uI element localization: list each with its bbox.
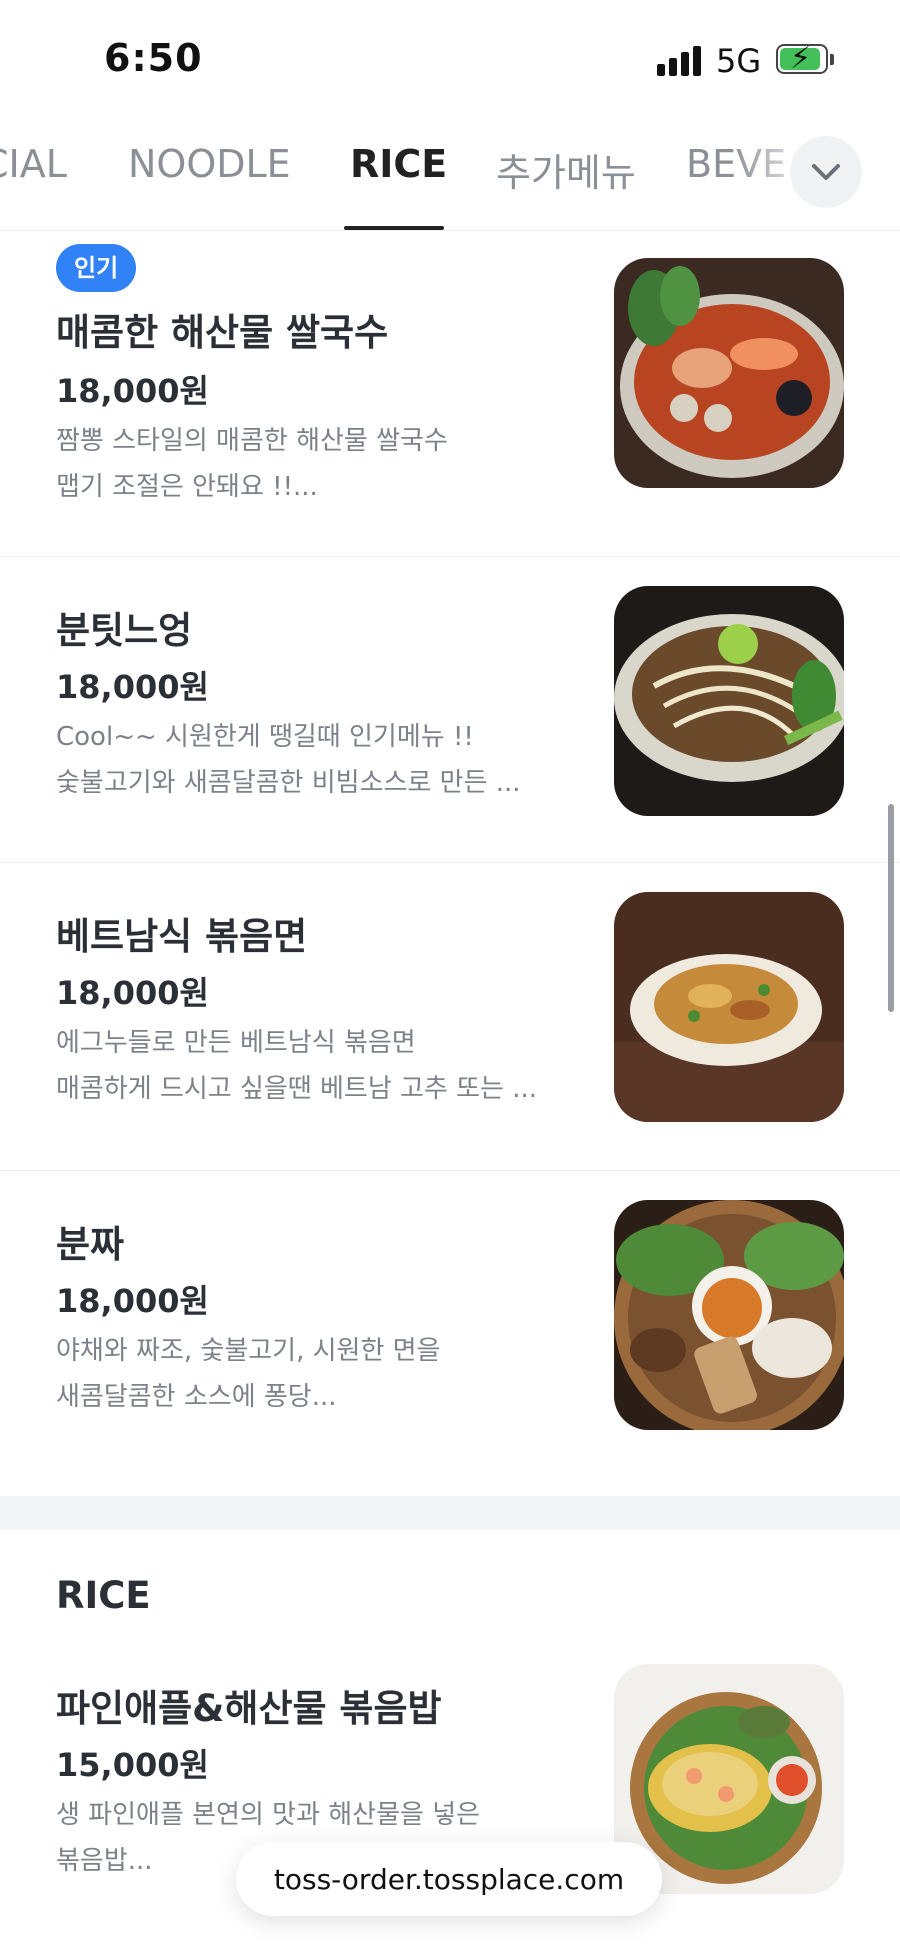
battery-icon: ⚡ bbox=[776, 42, 836, 76]
menu-item-price: 18,000원 bbox=[56, 668, 209, 706]
menu-item-name: 분팃느엉 bbox=[56, 609, 193, 652]
cellular-signal-icon bbox=[657, 46, 705, 76]
menu-item-photo[interactable] bbox=[614, 1200, 844, 1430]
category-tabs: CIAL NOODLE RICE 추가메뉴 BEVE bbox=[0, 130, 900, 231]
tab-noodle[interactable]: NOODLE bbox=[128, 142, 291, 186]
menu-item-price: 15,000원 bbox=[56, 1746, 209, 1784]
section-title: RICE bbox=[56, 1574, 151, 1617]
menu-item-description: 짬뽕 스타일의 매콤한 해산물 쌀국수 맵기 조절은 안돼요 !!... bbox=[56, 426, 448, 502]
menu-item-name: 베트남식 볶음면 bbox=[56, 915, 308, 958]
tab-extra-menu[interactable]: 추가메뉴 bbox=[496, 142, 636, 197]
tab-more-button[interactable] bbox=[790, 136, 862, 208]
network-type: 5G bbox=[716, 42, 762, 80]
menu-item-description: 야채와 짜조, 숯불고기, 시원한 면을 새콤달콤한 소스에 퐁당... bbox=[56, 1336, 441, 1412]
section-divider bbox=[0, 1496, 900, 1530]
active-tab-indicator bbox=[344, 226, 444, 230]
menu-item-photo[interactable] bbox=[614, 258, 844, 488]
url-bar[interactable]: toss-order.tossplace.com bbox=[236, 1842, 662, 1916]
menu-item-price: 18,000원 bbox=[56, 372, 209, 410]
menu-item-description: Cool~~ 시원한게 땡길때 인기메뉴 !! 숯불고기와 새콤달콤한 비빔소스… bbox=[56, 722, 521, 798]
menu-item-photo[interactable] bbox=[614, 892, 844, 1122]
menu-item-price: 18,000원 bbox=[56, 974, 209, 1012]
scrollbar[interactable] bbox=[888, 804, 894, 1012]
tab-rice[interactable]: RICE bbox=[350, 142, 447, 186]
popular-badge: 인기 bbox=[56, 244, 137, 292]
menu-item-price: 18,000원 bbox=[56, 1282, 209, 1320]
status-bar: 6:50 5G ⚡ bbox=[0, 0, 900, 120]
menu-item-name: 파인애플&해산물 볶음밥 bbox=[56, 1687, 442, 1730]
status-time: 6:50 bbox=[104, 36, 203, 80]
menu-item-name: 매콤한 해산물 쌀국수 bbox=[56, 311, 389, 354]
menu-item-photo[interactable] bbox=[614, 586, 844, 816]
menu-item-name: 분짜 bbox=[56, 1223, 125, 1266]
tab-special[interactable]: CIAL bbox=[0, 142, 67, 186]
menu-item-description: 에그누들로 만든 베트남식 볶음면 매콤하게 드시고 싶을땐 베트남 고추 또는… bbox=[56, 1028, 538, 1104]
chevron-down-icon bbox=[812, 164, 840, 180]
